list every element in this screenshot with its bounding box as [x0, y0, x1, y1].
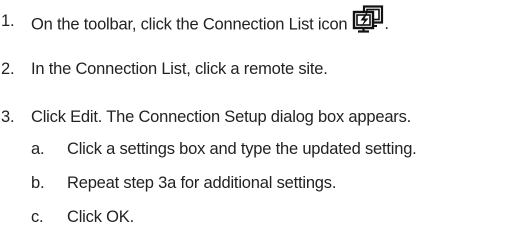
- step-number: 1.: [1, 12, 15, 30]
- connection-list-icon: [351, 5, 385, 33]
- substep-text: Click a settings box and type the update…: [67, 140, 417, 158]
- step-number: 3.: [1, 108, 15, 126]
- step-number: 2.: [1, 60, 15, 78]
- step-text: On the toolbar, click the Connection Lis…: [31, 5, 390, 39]
- step-text: In the Connection List, click a remote s…: [31, 60, 328, 78]
- substep-letter: c.: [31, 208, 44, 226]
- substep-text: Repeat step 3a for additional settings.: [67, 174, 337, 192]
- substep-letter: b.: [31, 174, 45, 192]
- step-1-suffix: .: [384, 15, 389, 34]
- substep-text: Click OK.: [67, 208, 134, 226]
- step-1-label: On the toolbar, click the Connection Lis…: [31, 15, 348, 34]
- step-text: Click Edit. The Connection Setup dialog …: [31, 108, 412, 126]
- substep-letter: a.: [31, 140, 45, 158]
